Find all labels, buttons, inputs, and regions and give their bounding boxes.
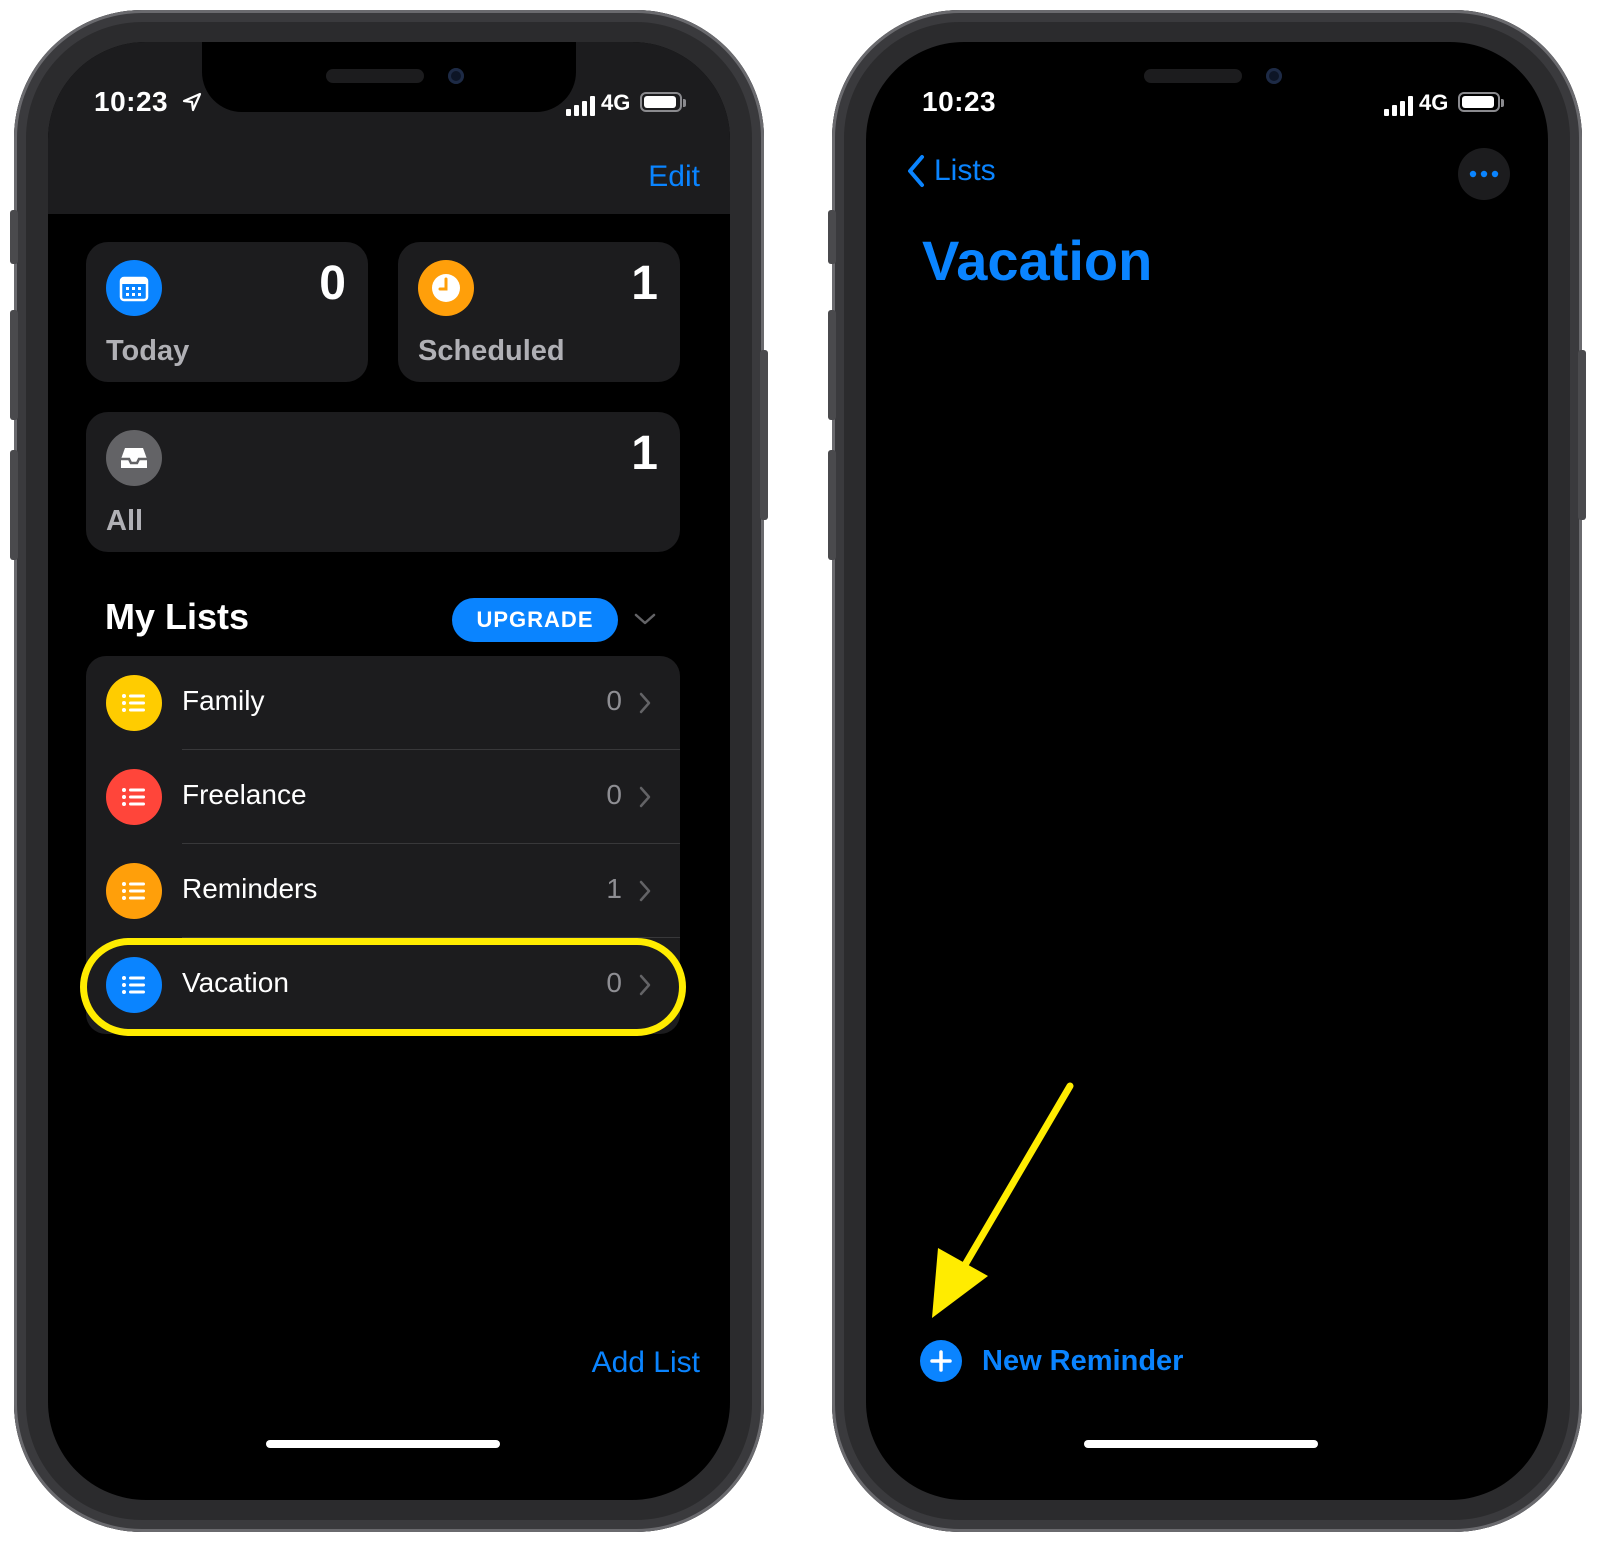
upgrade-button[interactable]: UPGRADE [452, 598, 618, 642]
list-item-freelance[interactable]: Freelance 0 [86, 750, 680, 844]
status-time: 10:23 [94, 86, 169, 117]
side-button [1578, 350, 1586, 520]
volume-down-button [10, 450, 18, 560]
mute-switch [10, 210, 18, 264]
network-type: 4G [1419, 90, 1449, 115]
new-reminder-button[interactable]: New Reminder [920, 1340, 1183, 1382]
battery-icon [640, 92, 682, 112]
chevron-left-icon [908, 155, 924, 187]
home-indicator[interactable] [1084, 1440, 1318, 1448]
speaker-grille [1144, 69, 1242, 83]
list-bullets-icon [106, 863, 162, 919]
edit-button[interactable]: Edit [648, 160, 700, 194]
volume-down-button [828, 450, 836, 560]
list-item-count: 0 [606, 779, 622, 810]
list-item-reminders[interactable]: Reminders 1 [86, 844, 680, 938]
list-title: Vacation [922, 229, 1153, 292]
status-bar: 10:23 4G [866, 84, 1548, 124]
speaker-grille [326, 69, 424, 83]
scheduled-tile[interactable]: 1 Scheduled [398, 242, 680, 382]
battery-tip [683, 99, 686, 107]
list-item-family[interactable]: Family 0 [86, 656, 680, 750]
back-button[interactable]: Lists [906, 154, 996, 188]
status-time: 10:23 [922, 86, 997, 117]
all-tile[interactable]: 1 All [86, 412, 680, 552]
back-label: Lists [934, 154, 996, 187]
today-label: Today [106, 335, 190, 367]
today-tile[interactable]: 0 Today [86, 242, 368, 382]
battery-tip [1501, 99, 1504, 107]
volume-up-button [10, 310, 18, 420]
volume-up-button [828, 310, 836, 420]
more-options-button[interactable] [1458, 148, 1510, 200]
today-count: 0 [319, 257, 346, 310]
list-bullets-icon [106, 769, 162, 825]
chevron-right-icon [639, 786, 651, 808]
front-camera [1266, 68, 1282, 84]
front-camera [448, 68, 464, 84]
list-bullets-icon [106, 675, 162, 731]
new-reminder-label: New Reminder [982, 1344, 1184, 1377]
left-screen: Edit 10:23 4G 0 Today 1 Scheduled 1 All … [48, 42, 730, 1500]
ellipsis-icon [1469, 170, 1499, 178]
list-item-label: Family [182, 685, 265, 716]
all-label: All [106, 505, 144, 537]
chevron-right-icon [639, 692, 651, 714]
battery-icon [1458, 92, 1500, 112]
tray-icon [106, 430, 162, 486]
network-type: 4G [601, 90, 631, 115]
clock-icon [418, 260, 474, 316]
scheduled-label: Scheduled [418, 335, 565, 367]
vacation-highlight-outline [80, 938, 686, 1036]
list-item-label: Reminders [182, 873, 318, 904]
side-button [760, 350, 768, 520]
home-indicator[interactable] [266, 1440, 500, 1448]
list-item-count: 1 [606, 873, 622, 904]
list-item-label: Freelance [182, 779, 307, 810]
plus-icon [920, 1340, 962, 1382]
left-phone-frame: Edit 10:23 4G 0 Today 1 Scheduled 1 All … [10, 10, 768, 1532]
my-lists-heading: My Lists [105, 596, 250, 637]
scheduled-count: 1 [631, 257, 658, 310]
chevron-down-icon[interactable] [630, 604, 660, 634]
status-bar: 10:23 4G [48, 84, 730, 124]
all-count: 1 [631, 427, 658, 480]
add-list-button[interactable]: Add List [592, 1346, 700, 1380]
calendar-icon [106, 260, 162, 316]
chevron-right-icon [639, 880, 651, 902]
mute-switch [828, 210, 836, 264]
location-arrow-icon [182, 92, 202, 112]
annotation-arrow [932, 1082, 1074, 1318]
list-item-count: 0 [606, 685, 622, 716]
